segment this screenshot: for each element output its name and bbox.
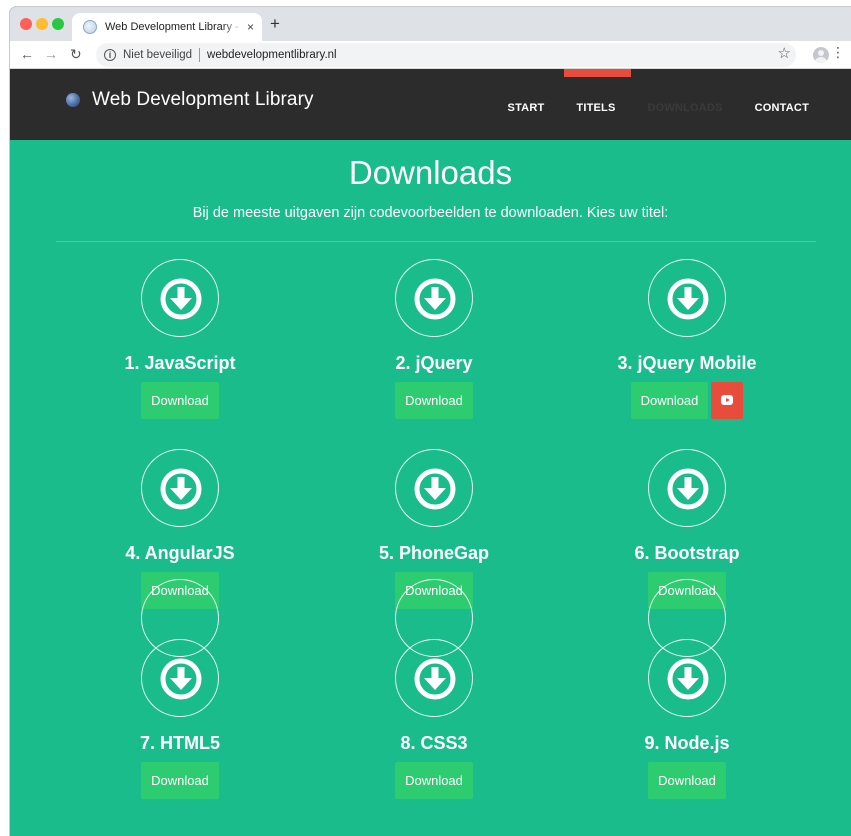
download-title: 5. PhoneGap xyxy=(378,543,490,563)
download-title: 2. jQuery xyxy=(395,353,473,373)
account-icon[interactable] xyxy=(813,47,829,63)
download-button[interactable]: Download xyxy=(395,762,473,799)
star-icon[interactable]: ☆ xyxy=(778,46,791,61)
download-card: 8. CSS3 Download xyxy=(324,639,544,799)
security-label: Niet beveiligd xyxy=(123,49,193,61)
nav-link-start[interactable]: START xyxy=(508,102,545,114)
page-subtitle: Bij de meeste uitgaven zijn codevoorbeel… xyxy=(192,205,669,221)
header-divider xyxy=(56,241,816,242)
nav-links: START TITELS DOWNLOADS CONTACT xyxy=(476,102,809,114)
site-navbar: Web Development Library START TITELS DOW… xyxy=(10,69,851,140)
download-card: 1. JavaScript Download xyxy=(70,259,290,419)
globe-icon xyxy=(66,93,80,107)
address-bar[interactable]: i Niet beveiligd webdevelopmentlibrary.n… xyxy=(96,43,796,67)
nav-link-contact[interactable]: CONTACT xyxy=(755,102,809,114)
download-title: 9. Node.js xyxy=(644,733,730,753)
download-button[interactable]: Download xyxy=(395,382,473,419)
close-tab-icon[interactable]: × xyxy=(247,21,254,33)
brand-logo-link[interactable]: Web Development Library xyxy=(66,89,314,111)
download-actions: Download xyxy=(70,382,290,419)
download-circle-icon xyxy=(141,579,219,657)
close-window-button[interactable] xyxy=(20,18,32,30)
download-circle-icon xyxy=(141,259,219,337)
download-card: 9. Node.js Download xyxy=(577,639,797,799)
download-circle-icon xyxy=(395,579,473,657)
nav-link-titels[interactable]: TITELS xyxy=(576,102,615,114)
browser-window: Web Development Library - Kwik × + ← → ↻… xyxy=(10,7,851,836)
brand-name: Web Development Library xyxy=(92,89,314,110)
zoom-window-button[interactable] xyxy=(52,18,64,30)
download-card: 3. jQuery Mobile Download xyxy=(577,259,797,419)
arrow-left-icon[interactable]: ← xyxy=(20,45,34,63)
page-header: Downloads Bij de meeste uitgaven zijn co… xyxy=(10,140,851,242)
new-tab-button[interactable]: + xyxy=(270,15,280,32)
globe-favicon-icon xyxy=(83,20,97,34)
info-icon[interactable]: i xyxy=(104,49,116,61)
download-actions: Download xyxy=(577,382,797,419)
arrow-right-icon[interactable]: → xyxy=(44,45,58,63)
browser-toolbar: ← → ↻ i Niet beveiligd webdevelopmentlib… xyxy=(10,41,851,69)
download-circle-icon xyxy=(648,449,726,527)
download-title: 7. HTML5 xyxy=(139,733,220,753)
kebab-menu-icon[interactable]: ⋮ xyxy=(831,45,845,59)
download-title: 1. JavaScript xyxy=(124,353,236,373)
page-title: Downloads xyxy=(348,154,513,191)
download-title: 6. Bootstrap xyxy=(634,543,740,563)
download-circle-icon xyxy=(648,259,726,337)
download-card: 2. jQuery Download xyxy=(324,259,544,419)
browser-tab[interactable]: Web Development Library - Kwik × xyxy=(72,13,262,41)
url-text[interactable]: webdevelopmentlibrary.nl xyxy=(207,49,337,61)
download-card: 7. HTML5 Download xyxy=(70,639,290,799)
download-title: 3. jQuery Mobile xyxy=(617,353,757,373)
download-circle-icon xyxy=(395,259,473,337)
active-nav-indicator xyxy=(564,69,631,77)
download-button[interactable]: Download xyxy=(141,382,219,419)
download-actions: Download xyxy=(324,762,544,799)
tab-strip: Web Development Library - Kwik × + xyxy=(10,7,851,41)
download-circle-icon xyxy=(141,449,219,527)
reload-icon[interactable]: ↻ xyxy=(70,45,82,63)
youtube-icon xyxy=(721,395,734,405)
download-button[interactable]: Download xyxy=(630,382,709,419)
url-separator xyxy=(199,48,201,62)
download-title: 4. AngularJS xyxy=(125,543,235,563)
download-actions: Download xyxy=(577,762,797,799)
download-circle-icon xyxy=(395,449,473,527)
download-button[interactable]: Download xyxy=(648,762,726,799)
download-actions: Download xyxy=(70,762,290,799)
download-button[interactable]: Download xyxy=(141,762,219,799)
download-actions: Download xyxy=(324,382,544,419)
tab-title: Web Development Library - Kwik xyxy=(105,21,243,33)
minimize-window-button[interactable] xyxy=(36,18,48,30)
download-title: 8. CSS3 xyxy=(400,733,468,753)
nav-link-downloads[interactable]: DOWNLOADS xyxy=(648,102,723,114)
youtube-video-button[interactable] xyxy=(711,382,744,419)
download-circle-icon xyxy=(648,579,726,657)
